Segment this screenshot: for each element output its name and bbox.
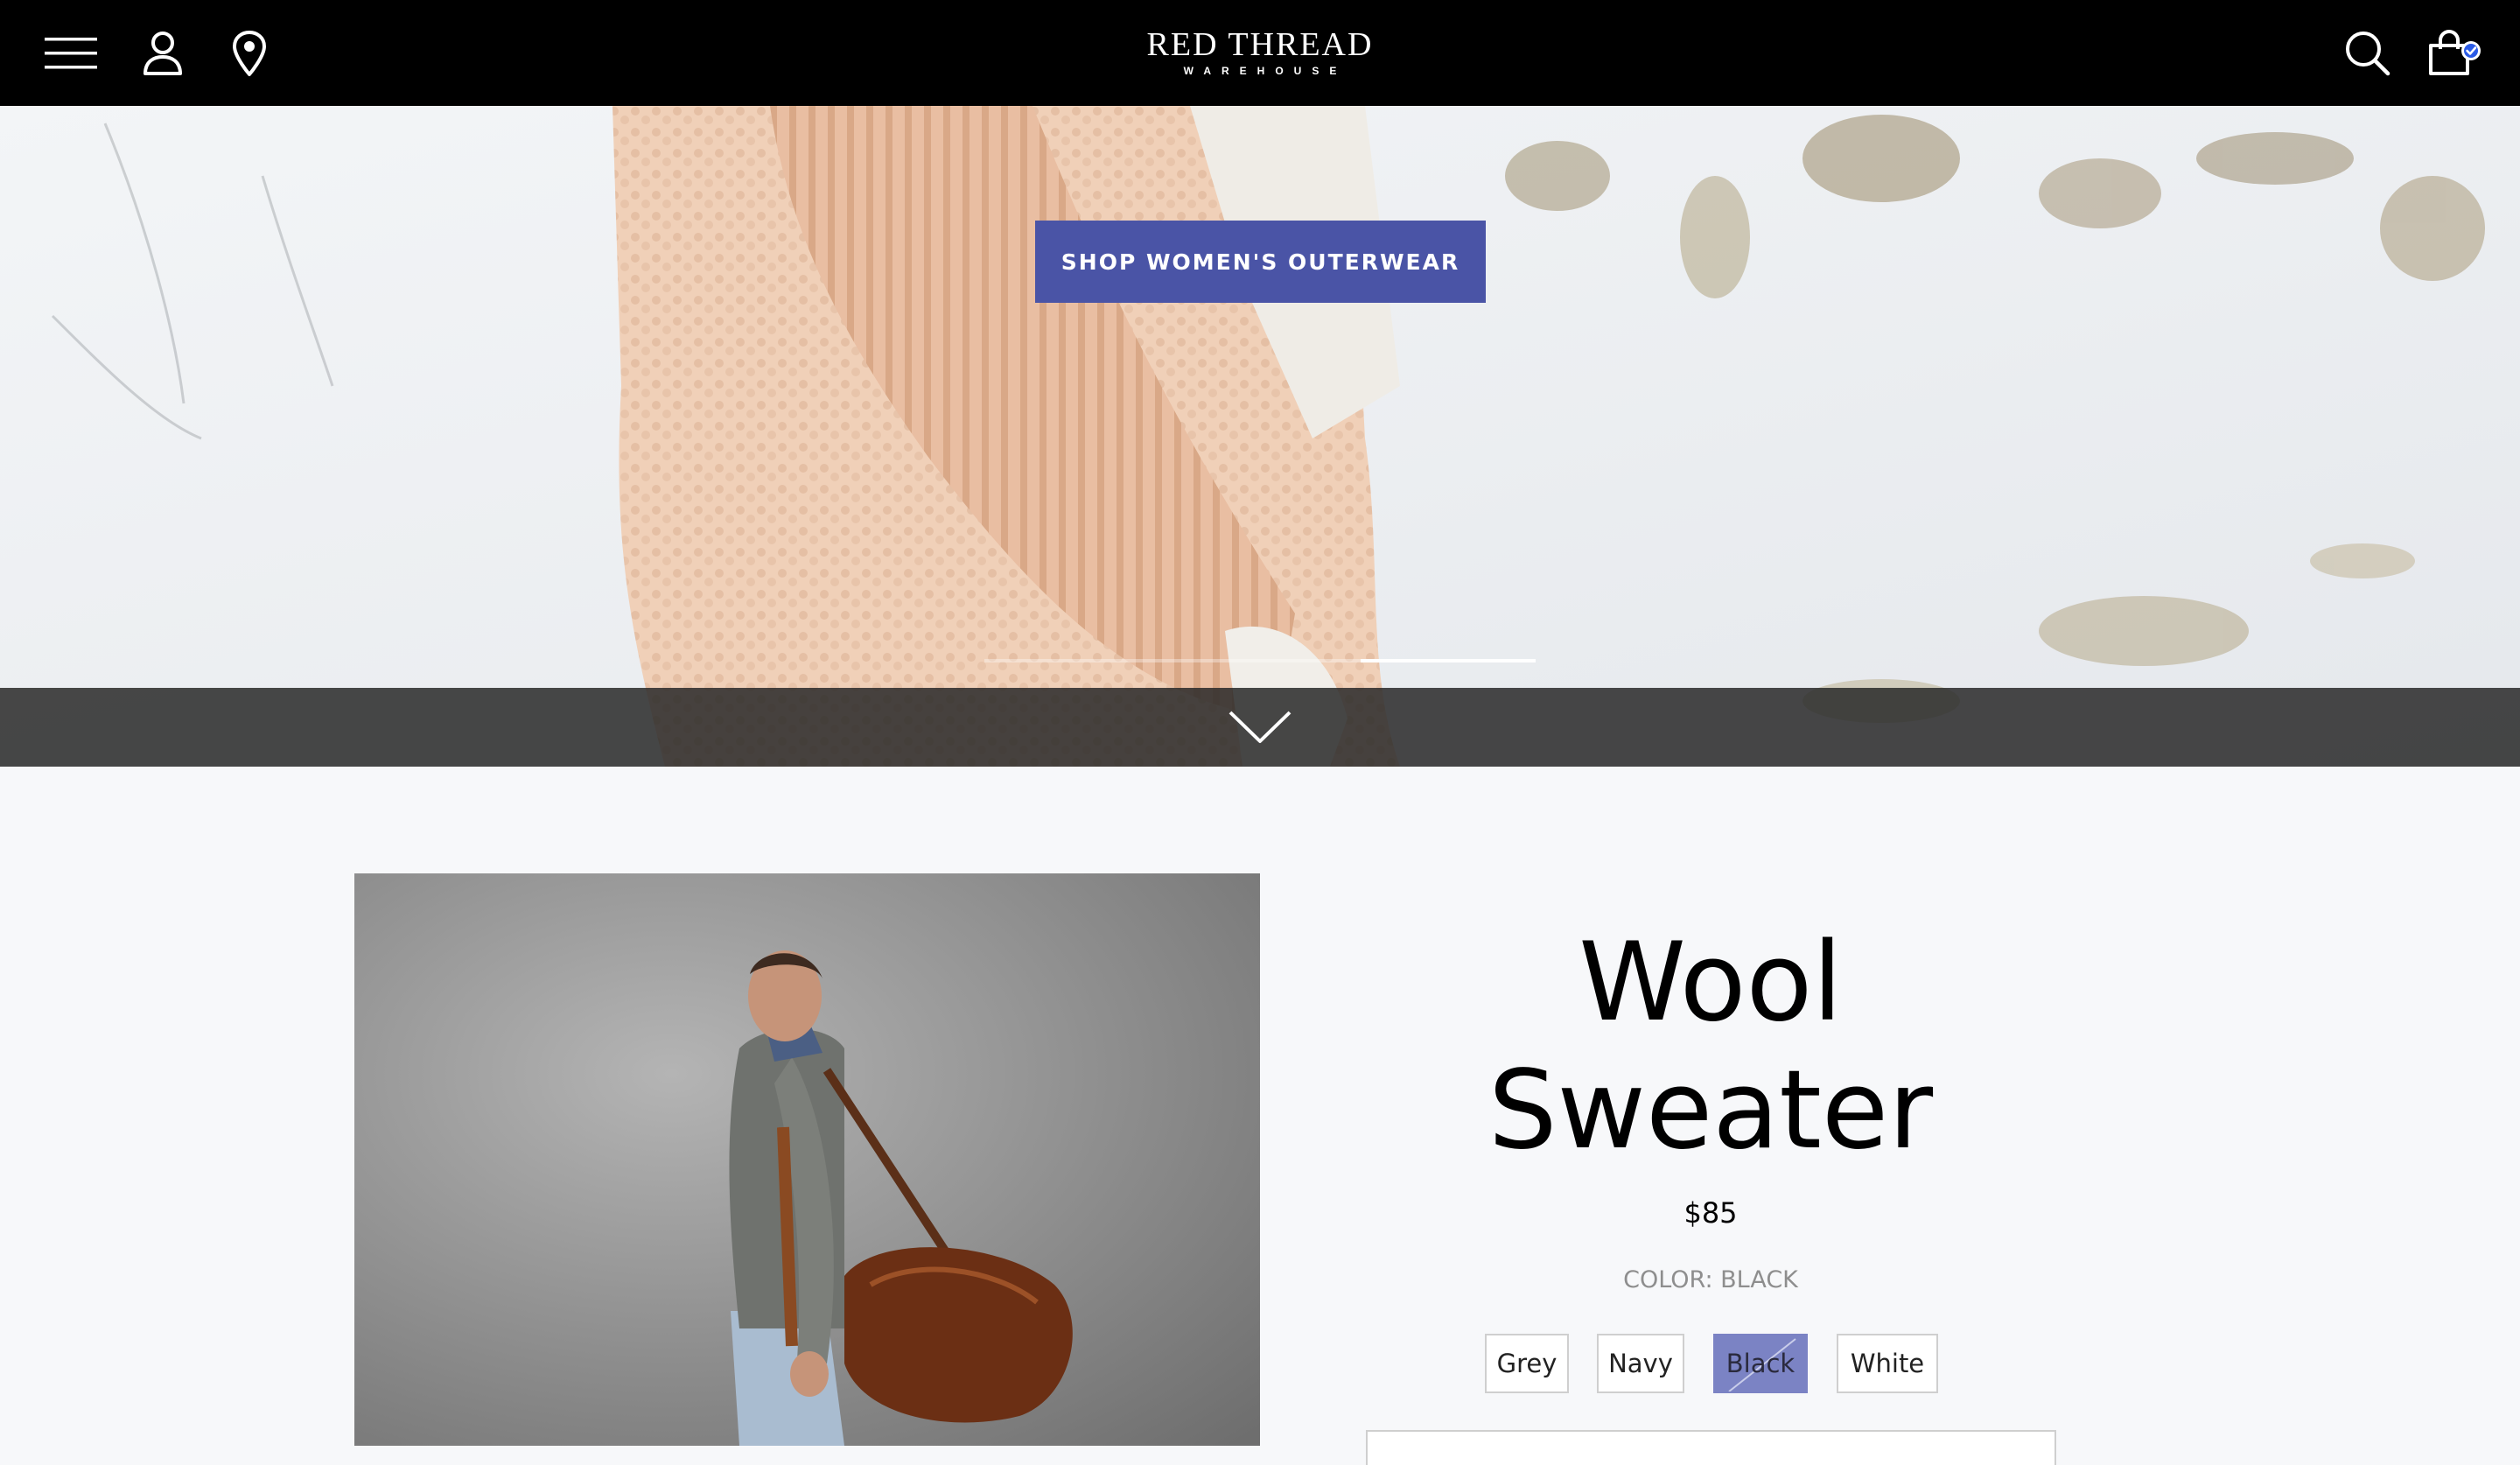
product-title: Wool Sweater [1365,919,2056,1174]
slide-indicator-1[interactable] [984,659,1361,662]
product-title-line-2: Sweater [1488,1048,1934,1174]
hero-image [0,106,2520,767]
product-image[interactable] [354,873,1260,1446]
scroll-down-bar [0,688,2520,767]
brand-logo[interactable]: RED THREAD WAREHOUSE [1085,26,1435,77]
color-option-grey[interactable]: Grey [1485,1334,1569,1393]
hero-banner: SHOP WOMEN'S OUTERWEAR [0,106,2520,767]
size-select[interactable] [1366,1430,2056,1465]
color-option-navy[interactable]: Navy [1597,1334,1684,1393]
chevron-down-icon[interactable] [1225,698,1295,756]
product-title-line-1: Wool [1578,920,1843,1046]
shop-womens-outerwear-button[interactable]: SHOP WOMEN'S OUTERWEAR [1035,221,1486,303]
color-option-white[interactable]: White [1837,1334,1938,1393]
search-icon[interactable] [2339,25,2397,82]
color-swatches: Grey Navy Black White [1485,1334,1940,1393]
account-icon[interactable] [134,25,192,82]
top-navigation-bar: RED THREAD WAREHOUSE [0,0,2520,106]
selected-color-label: COLOR: BLACK [1623,1266,1798,1293]
location-icon[interactable] [220,25,278,82]
color-option-black[interactable]: Black [1713,1334,1808,1393]
brand-name: RED THREAD [1146,26,1374,63]
menu-icon[interactable] [42,25,100,82]
product-price: $85 [1684,1196,1738,1230]
slide-indicators [984,659,1536,662]
product-info: Wool Sweater $85 COLOR: BLACK [1365,919,2056,1295]
product-photo [354,873,1260,1446]
color-option-black-label: Black [1726,1349,1796,1378]
slide-indicator-2-active[interactable] [1361,659,1536,662]
brand-tagline: WAREHOUSE [1183,65,1348,77]
shopping-bag-icon[interactable] [2426,25,2483,82]
